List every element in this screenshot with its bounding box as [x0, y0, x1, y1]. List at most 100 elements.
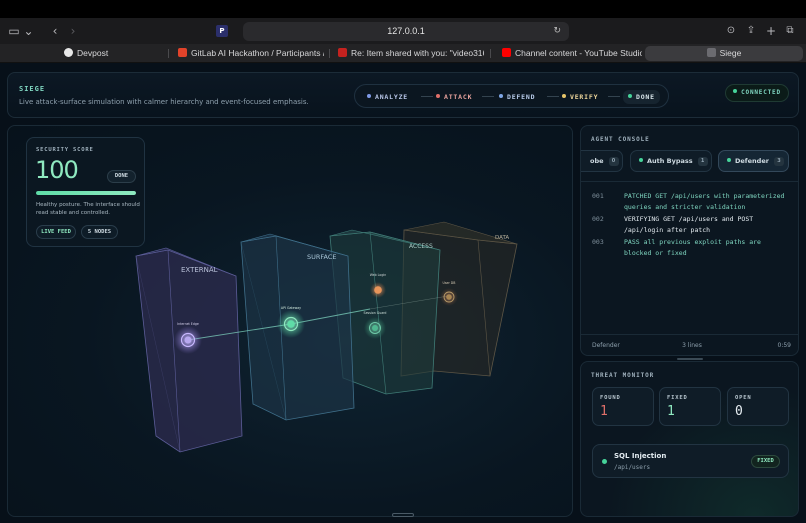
log-text: VERIFYING GET /api/users and POST /api/l… [624, 215, 754, 234]
vulnerability-item[interactable]: SQL Injection /api/users FIXED [592, 444, 789, 478]
agent-tab-count: 0 [608, 157, 619, 166]
tab-overview-icon[interactable]: ⧉ [782, 22, 798, 40]
stat-label: FIXED [667, 395, 688, 401]
agent-tab-probe[interactable]: obe 0 [581, 150, 623, 172]
stat-found[interactable]: FOUND 1 [592, 387, 654, 426]
app-header: SIEGE Live attack-surface simulation wit… [7, 72, 799, 118]
stat-value: 1 [600, 404, 608, 419]
node-label: API Gateway [281, 306, 301, 310]
stat-open[interactable]: OPEN 0 [727, 387, 789, 426]
status-dot [733, 89, 738, 93]
tab-label: Siege [719, 48, 742, 58]
phase-verify[interactable]: VERIFY [562, 91, 598, 103]
score-status-badge: DONE [107, 170, 136, 183]
agent-tab-count: 1 [697, 157, 708, 166]
node-user-db[interactable]: User DB [440, 281, 458, 306]
phase-attack[interactable]: ATTACK [436, 91, 472, 103]
console-footer-agent: Defender [592, 342, 620, 349]
reload-icon[interactable]: ↻ [553, 22, 561, 41]
phase-done[interactable]: DONE [623, 90, 660, 104]
phase-label: VERIFY [570, 93, 599, 101]
tab-label: Re: Item shared with you: "video3164... [351, 48, 484, 58]
log-entry: 003 PASS all previous exploit paths are … [581, 237, 798, 260]
threat-monitor-title: THREAT MONITOR [591, 372, 655, 379]
attack-surface-canvas[interactable]: EXTERNAL SURFACE ACCESS DATA Internet Ed… [7, 125, 573, 517]
score-progress-bar [36, 191, 136, 195]
security-score-card: SECURITY SCORE 100 DONE Healthy posture.… [26, 137, 145, 247]
log-line-number: 001 [592, 192, 604, 200]
log-text: PATCHED GET /api/users with parameterize… [624, 192, 785, 211]
phase-dot [367, 94, 371, 98]
phase-label: DEFEND [507, 93, 536, 101]
phase-label: DONE [636, 93, 655, 101]
stat-label: OPEN [735, 395, 752, 401]
log-entry: 002 VERIFYING GET /api/users and POST /a… [581, 214, 798, 237]
siege-app: SIEGE Live attack-surface simulation wit… [0, 63, 806, 523]
menu-bar [0, 0, 806, 18]
layer-label-data: DATA [495, 235, 509, 241]
phase-label: ATTACK [444, 93, 473, 101]
log-line-number: 002 [592, 215, 604, 223]
tab-devpost[interactable]: Devpost [64, 46, 164, 61]
phase-analyze[interactable]: ANALYZE [367, 91, 408, 103]
phase-tracker: ANALYZE ATTACK DEFEND VERIFY DONE [354, 84, 669, 108]
devpost-icon [64, 48, 73, 57]
download-icon[interactable]: ⊙ [724, 22, 738, 40]
threat-monitor: THREAT MONITOR FOUND 1 FIXED 1 OPEN 0 SQ… [580, 361, 799, 517]
agent-tab-label: Defender [735, 157, 769, 165]
log-text: PASS all previous exploit paths are bloc… [624, 238, 761, 257]
stat-value: 1 [667, 404, 675, 419]
node-web-login[interactable]: Web Login [370, 273, 387, 298]
brand-title: SIEGE [19, 85, 46, 93]
agent-console: AGENT CONSOLE obe 0 Auth Bypass 1 Defender… [580, 125, 799, 356]
console-footer-lines: 3 lines [682, 342, 702, 349]
node-label: Internet Edge [177, 322, 199, 326]
stat-value: 0 [735, 404, 743, 419]
console-log: 001 PATCHED GET /api/users with paramete… [581, 191, 798, 260]
agent-status-dot [639, 158, 643, 162]
agent-tab-label: obe [590, 157, 604, 165]
phase-separator [421, 96, 433, 97]
new-tab-icon[interactable]: + [764, 22, 778, 40]
tab-separator [490, 49, 491, 58]
score-value: 100 [35, 156, 79, 184]
tab-gitlab[interactable]: GitLab AI Hackathon / Participants / ta.… [178, 46, 324, 61]
vulnerability-name: SQL Injection [614, 452, 667, 460]
panel-resize-handle[interactable] [677, 358, 703, 360]
gitlab-icon [178, 48, 187, 57]
app-subtitle: Live attack-surface simulation with calm… [19, 98, 309, 106]
extension-icon[interactable]: P [216, 25, 228, 37]
console-footer-divider [581, 334, 798, 335]
agent-tabs: obe 0 Auth Bypass 1 Defender 3 [581, 150, 798, 174]
tab-gmail[interactable]: Re: Item shared with you: "video3164... [338, 46, 484, 61]
forward-icon[interactable]: › [66, 22, 80, 40]
nodes-count-chip[interactable]: 5 NODES [81, 225, 118, 239]
agent-tab-count: 3 [773, 157, 784, 166]
score-description: Healthy posture. The interface should re… [36, 202, 140, 216]
mail-icon [338, 48, 347, 57]
node-label: User DB [443, 281, 456, 285]
phase-label: ANALYZE [375, 93, 408, 101]
canvas-scroll-handle[interactable] [392, 513, 414, 517]
live-feed-chip[interactable]: LIVE FEED [36, 225, 76, 239]
layer-label-surface: SURFACE [307, 253, 337, 261]
agent-tab-auth-bypass[interactable]: Auth Bypass 1 [630, 150, 712, 172]
agent-tab-defender[interactable]: Defender 3 [718, 150, 789, 172]
agent-status-dot [727, 158, 731, 162]
phase-dot [436, 94, 440, 98]
node-label: Web Login [370, 273, 387, 277]
back-icon[interactable]: ‹ [48, 22, 62, 40]
share-icon[interactable]: ⇪ [744, 22, 758, 40]
console-footer-time: 0:59 [777, 342, 791, 349]
sidebar-toggle-icon[interactable]: ▭ ⌄ [8, 22, 34, 40]
tab-siege[interactable]: Siege [645, 46, 803, 61]
vulnerability-status-dot [602, 459, 607, 464]
stat-fixed[interactable]: FIXED 1 [659, 387, 721, 426]
address-bar[interactable]: 127.0.0.1 ↻ [243, 22, 569, 41]
tab-youtube-studio[interactable]: Channel content - YouTube Studio [502, 46, 642, 61]
tab-label: GitLab AI Hackathon / Participants / ta.… [191, 48, 324, 58]
phase-defend[interactable]: DEFEND [499, 91, 535, 103]
tab-strip: Devpost GitLab AI Hackathon / Participan… [0, 44, 806, 63]
connection-label: CONNECTED [741, 89, 781, 96]
tab-separator [168, 49, 169, 58]
